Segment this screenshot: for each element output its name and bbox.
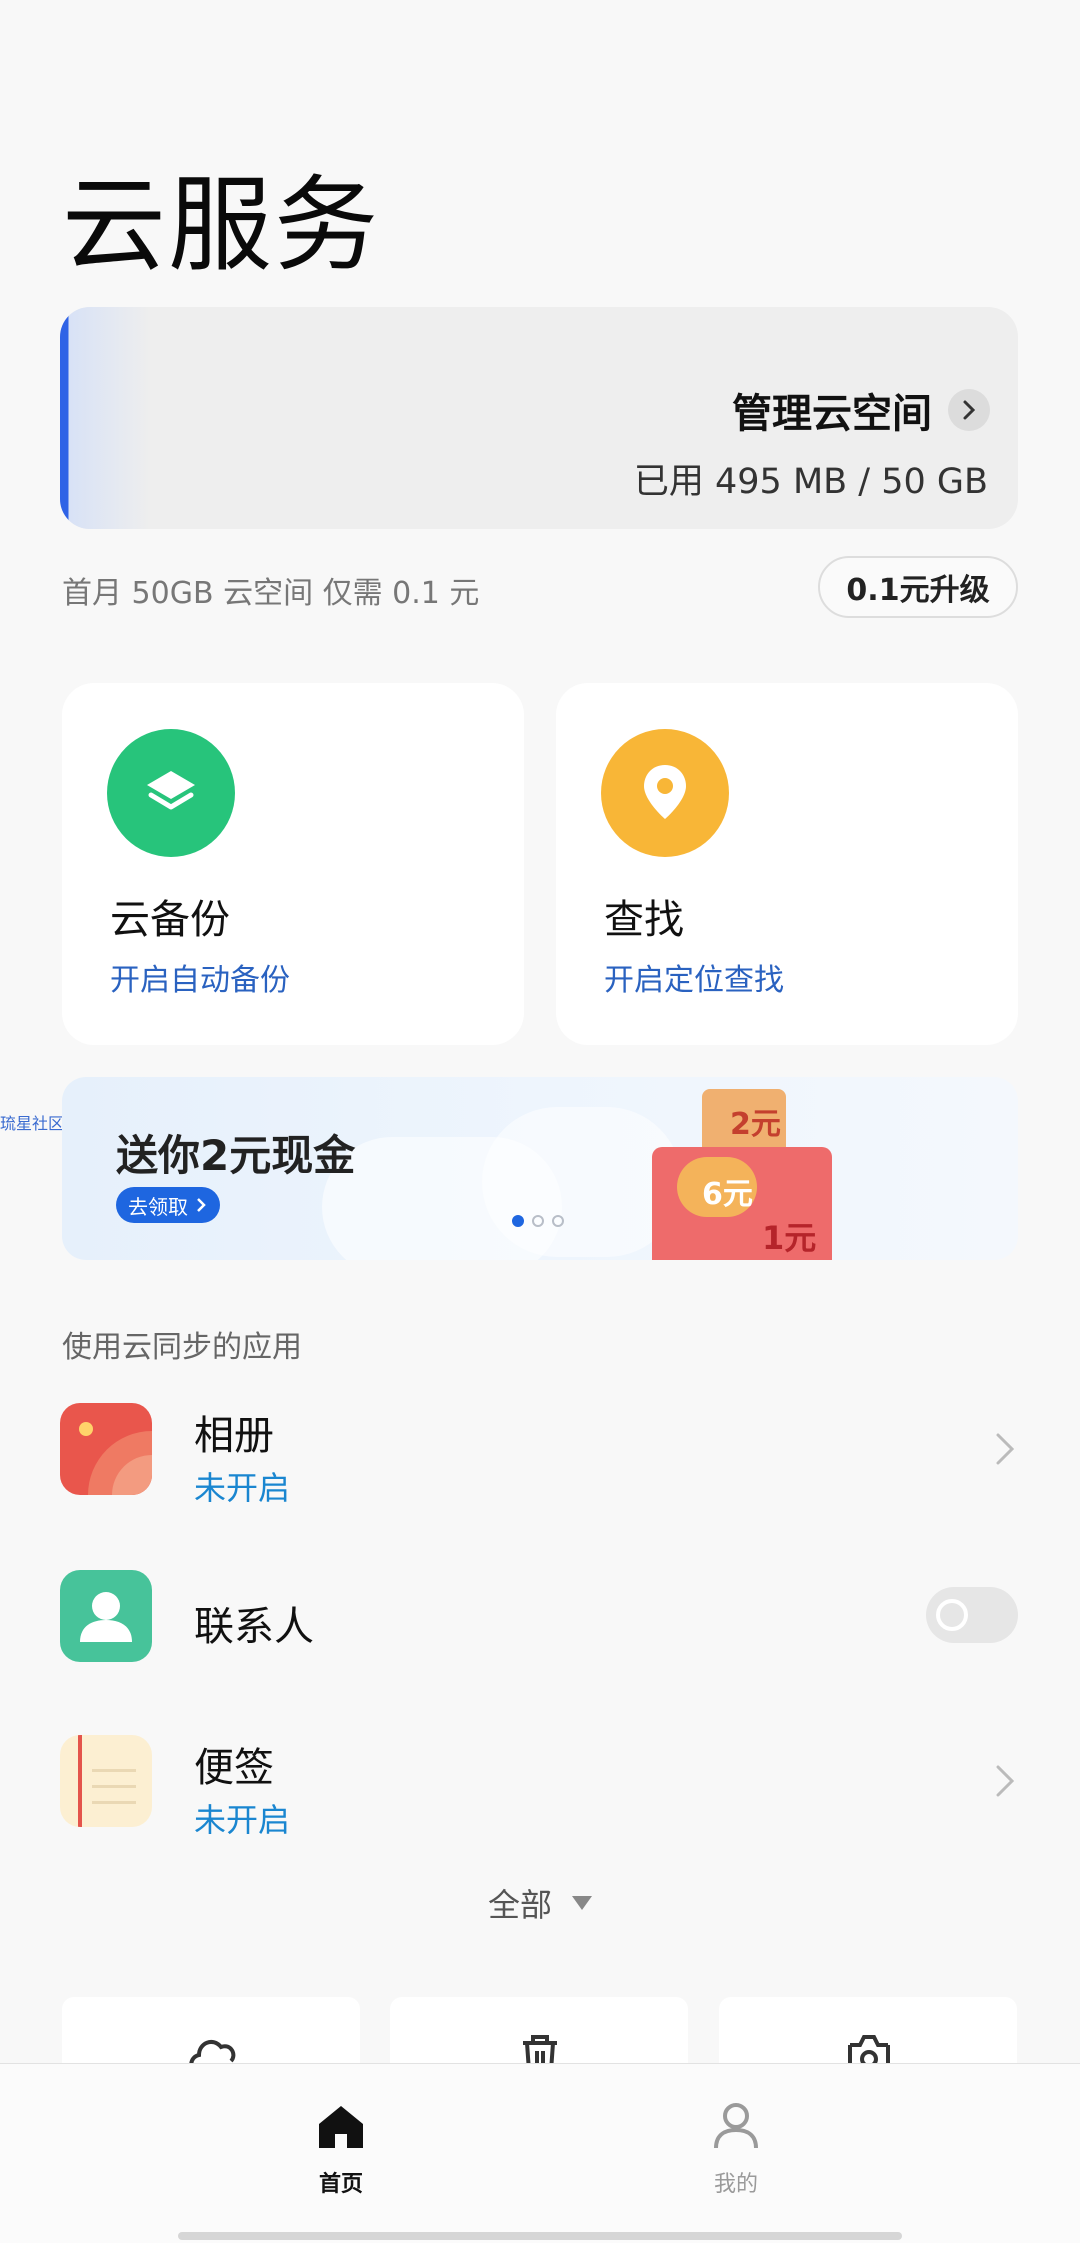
app-status: 未开启 (194, 1469, 291, 1507)
app-row-gallery[interactable]: 相册 未开启 (60, 1403, 1018, 1523)
manage-cloud-space-label: 管理云空间 (732, 391, 932, 437)
app-name: 便签 (194, 1745, 274, 1791)
banner-dot[interactable] (512, 1215, 524, 1227)
cloud-backup-title: 云备份 (110, 897, 230, 943)
gift-label: 1元 (762, 1219, 817, 1257)
nav-label-home: 首页 (318, 2172, 363, 2197)
find-device-action[interactable]: 开启定位查找 (604, 955, 784, 999)
banner-dot[interactable] (532, 1215, 544, 1227)
location-pin-icon (601, 729, 729, 857)
find-device-title: 查找 (604, 897, 684, 943)
cloud-backup-action[interactable]: 开启自动备份 (110, 955, 290, 999)
notes-icon (60, 1735, 152, 1827)
cloud-backup-card[interactable]: 云备份 开启自动备份 (62, 683, 524, 1045)
upgrade-button[interactable]: 0.1元升级 (818, 556, 1018, 618)
home-icon (319, 2106, 363, 2148)
banner-dot[interactable] (552, 1215, 564, 1227)
nav-tab-home[interactable]: 首页 (261, 2100, 421, 2198)
show-all-label: 全部 (487, 1886, 552, 1924)
app-row-notes[interactable]: 便签 未开启 (60, 1735, 1018, 1855)
person-icon (714, 2103, 758, 2149)
app-name: 相册 (194, 1413, 274, 1459)
caret-down-icon (572, 1896, 592, 1910)
app-name: 联系人 (194, 1604, 314, 1650)
banner-pagination (512, 1215, 564, 1227)
banner-claim-label: 去领取 (128, 1194, 188, 1219)
bottom-navigation: 首页 我的 (0, 2063, 1080, 2243)
backup-layers-icon (107, 729, 235, 857)
manage-cloud-space-link[interactable]: 管理云空间 (732, 381, 990, 439)
contacts-sync-toggle[interactable] (926, 1587, 1018, 1643)
toggle-knob (936, 1599, 968, 1631)
gesture-bar[interactable] (178, 2232, 902, 2240)
gift-label: 2元 (730, 1107, 781, 1142)
page-title: 云服务 (62, 164, 381, 286)
storage-used-text: 已用 495 MB / 50 GB (633, 462, 988, 502)
nav-label-mine: 我的 (713, 2172, 758, 2197)
gallery-icon (60, 1403, 152, 1495)
banner-claim-button[interactable]: 去领取 (116, 1187, 220, 1223)
promo-text: 首月 50GB 云空间 仅需 0.1 元 (62, 576, 480, 611)
section-label: 使用云同步的应用 (62, 1330, 302, 1365)
side-tag: 琉星社区 (0, 1114, 65, 1133)
find-device-card[interactable]: 查找 开启定位查找 (556, 683, 1018, 1045)
chevron-right-icon (948, 389, 990, 431)
gift-label: 6元 (702, 1177, 753, 1212)
banner-title: 送你2元现金 (116, 1131, 356, 1180)
app-row-contacts: 联系人 (60, 1570, 1018, 1690)
cloud-service-page: 云服务 管理云空间 已用 495 MB / 50 GB 首月 50GB 云空间 … (0, 0, 1080, 2243)
chevron-right-icon (197, 1198, 206, 1212)
show-all-dropdown[interactable]: 全部 (0, 1880, 1080, 1926)
chevron-right-icon (996, 1433, 1015, 1465)
chevron-right-icon (996, 1765, 1015, 1797)
contacts-icon (60, 1570, 152, 1662)
nav-tab-mine[interactable]: 我的 (656, 2100, 816, 2198)
storage-card[interactable]: 管理云空间 已用 495 MB / 50 GB (60, 307, 1018, 529)
storage-usage-bar (60, 307, 150, 529)
promo-banner[interactable]: 送你2元现金 去领取 2元 6元 1元 (62, 1077, 1018, 1260)
app-status: 未开启 (194, 1801, 291, 1839)
